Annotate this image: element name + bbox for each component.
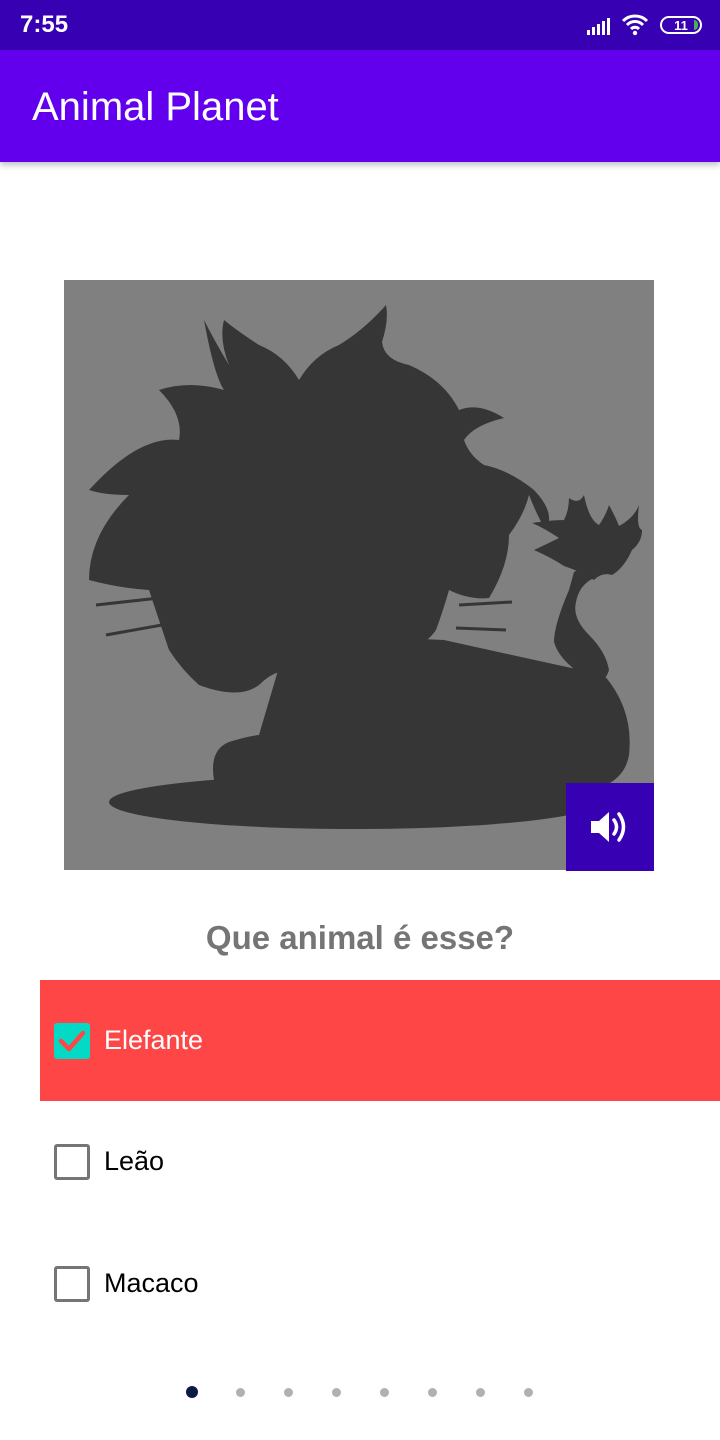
app-title: Animal Planet [32, 85, 279, 129]
battery-icon: 11 [660, 16, 702, 34]
page-dot-8[interactable] [524, 1388, 533, 1397]
page-indicator [0, 1384, 720, 1400]
sound-button[interactable] [566, 783, 654, 871]
page-dot-1[interactable] [186, 1386, 198, 1398]
option-elefante[interactable]: Elefante [40, 980, 720, 1101]
status-bar: 7:55 11 [0, 0, 720, 50]
option-label: Macaco [104, 1268, 199, 1298]
battery-level: 11 [674, 17, 688, 33]
checkbox-macaco[interactable] [54, 1265, 90, 1302]
page-dot-6[interactable] [428, 1388, 437, 1397]
checkbox-elefante[interactable] [54, 1022, 90, 1059]
page-dot-7[interactable] [476, 1388, 485, 1397]
option-macaco[interactable]: Macaco [40, 1223, 720, 1344]
option-label: Elefante [104, 1025, 204, 1055]
question-text: Que animal é esse? [205, 919, 515, 956]
page-dot-5[interactable] [380, 1388, 389, 1397]
wifi-icon [622, 14, 648, 36]
page-dot-2[interactable] [236, 1388, 245, 1397]
lion-silhouette-icon [89, 305, 642, 829]
checkbox-leao[interactable] [54, 1143, 90, 1180]
animal-image [64, 280, 654, 870]
page-dot-3[interactable] [284, 1388, 293, 1397]
signal-icon [587, 15, 610, 35]
option-label: Leão [104, 1146, 165, 1176]
status-time: 7:55 [20, 11, 69, 38]
option-leao[interactable]: Leão [40, 1101, 720, 1222]
page-dot-4[interactable] [332, 1388, 341, 1397]
app-bar: Animal Planet [0, 50, 720, 162]
status-icons: 11 [587, 12, 702, 38]
volume-icon [591, 812, 626, 842]
check-icon [58, 1030, 86, 1051]
